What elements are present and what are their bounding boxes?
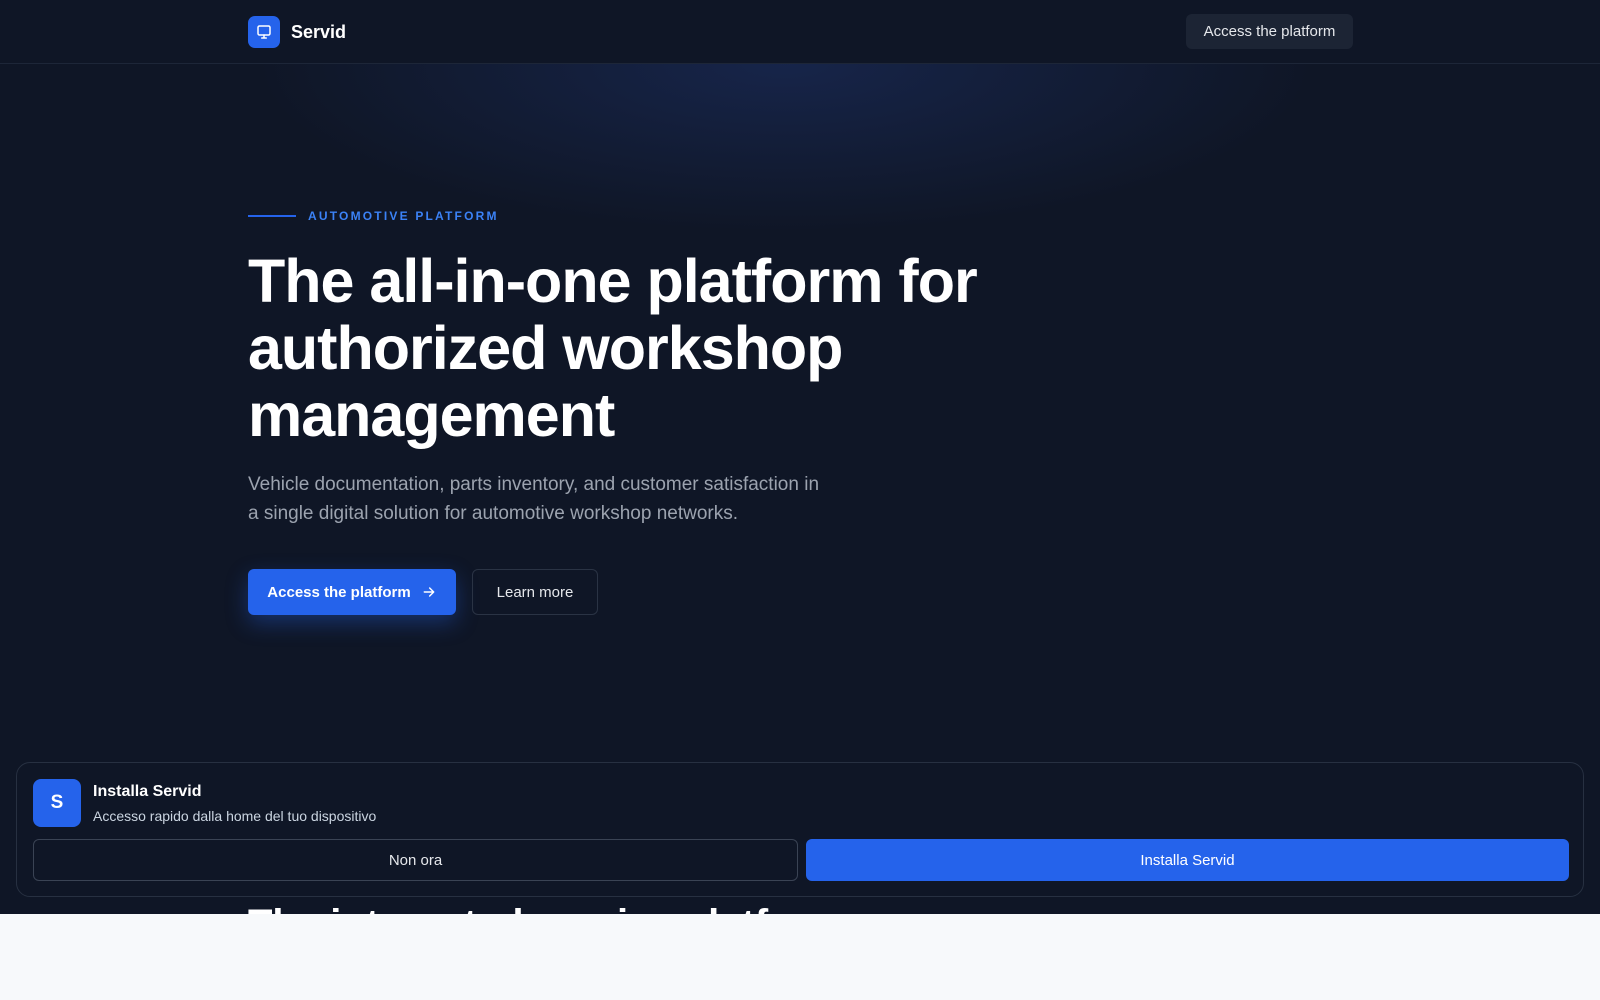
hero-title: The all-in-one platform for authorized w…	[248, 247, 978, 449]
app-icon: S	[33, 779, 81, 827]
access-platform-button[interactable]: Access the platform	[248, 569, 456, 615]
eyebrow-line	[248, 215, 296, 217]
monitor-icon	[248, 16, 280, 48]
learn-more-button[interactable]: Learn more	[472, 569, 598, 615]
brand[interactable]: Servid	[248, 16, 346, 48]
eyebrow: AUTOMOTIVE PLATFORM	[248, 209, 499, 223]
next-section-title-text: The integrated service platform	[248, 900, 1148, 914]
access-platform-label: Access the platform	[267, 583, 411, 601]
install-description: Accesso rapido dalla home del tuo dispos…	[93, 808, 377, 824]
header-access-button[interactable]: Access the platform	[1186, 14, 1353, 49]
next-section-title: The integrated service platform	[248, 900, 1148, 914]
top-navbar: Servid Access the platform	[0, 0, 1600, 64]
brand-name: Servid	[291, 21, 347, 42]
eyebrow-label: AUTOMOTIVE PLATFORM	[308, 209, 499, 223]
arrow-right-icon	[423, 587, 435, 597]
install-title: Installa Servid	[93, 783, 202, 800]
install-banner: S Installa Servid Accesso rapido dalla h…	[16, 762, 1584, 897]
install-button[interactable]: Installa Servid	[806, 839, 1569, 881]
light-section	[0, 914, 1600, 1000]
hero-subtitle: Vehicle documentation, parts inventory, …	[248, 474, 820, 524]
not-now-button[interactable]: Non ora	[33, 839, 798, 881]
